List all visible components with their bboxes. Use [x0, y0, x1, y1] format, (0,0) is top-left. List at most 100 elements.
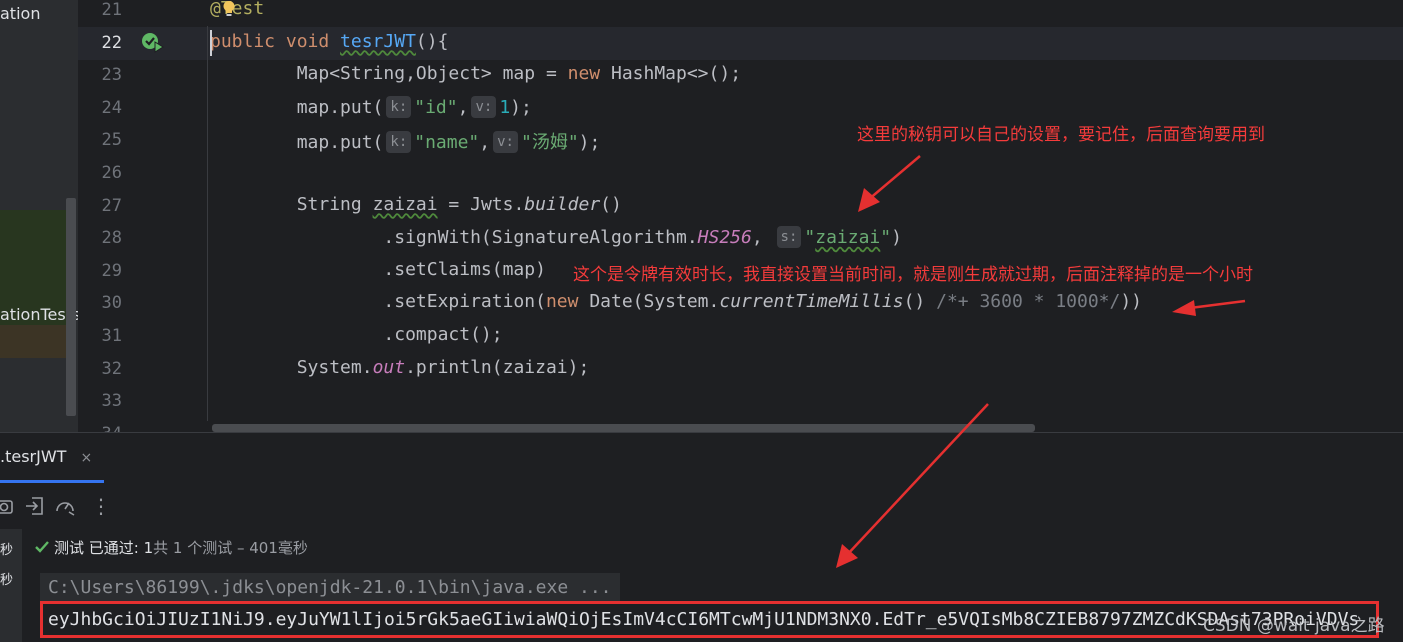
code-token: new	[567, 63, 611, 85]
code-line[interactable]: 26	[78, 157, 1403, 190]
line-number: 25	[101, 130, 122, 151]
code-token: .setExpiration(	[210, 291, 546, 313]
code-token: = Jwts.	[437, 193, 525, 215]
code-line[interactable]: 32 System.out.println(zaizai);	[78, 353, 1403, 386]
code-token: .signWith(SignatureAlgorithm.	[210, 227, 698, 249]
code-token: "	[804, 227, 816, 249]
code-token: ,	[751, 227, 774, 249]
code-token: .compact();	[210, 324, 503, 345]
status-summary: 共 1 个测试 – 401毫秒	[153, 539, 308, 557]
annotation-expiration: 这个是令牌有效时长，我直接设置当前时间，就是刚生成就过期，后面注释掉的是一个小时	[573, 265, 1253, 285]
code-token: System.	[210, 356, 373, 378]
code-text: public void tesrJWT(){	[210, 31, 448, 52]
line-number: 23	[101, 65, 122, 86]
code-token: out	[372, 356, 406, 378]
run-tool-window: .tesrJWT × ⋮ 秒 秒 测试 已通过: 1共 1 个测试 – 401毫秒…	[0, 432, 1403, 642]
line-number: 29	[101, 260, 122, 281]
code-token: );	[510, 96, 532, 118]
console-command-line: C:\Users\86199\.jdks\openjdk-21.0.1\bin\…	[40, 573, 620, 603]
lightbulb-icon[interactable]	[221, 0, 237, 18]
code-token: Map<String,Object> map =	[210, 63, 568, 85]
import-icon[interactable]	[24, 495, 46, 517]
code-token: 1	[499, 96, 511, 118]
tab-run-tesrjwt[interactable]: .tesrJWT ×	[0, 447, 92, 466]
code-token: currentTimeMillis	[719, 291, 904, 313]
code-token: "	[880, 227, 892, 249]
code-token: new	[545, 291, 590, 313]
code-token: tesrJWT	[340, 30, 416, 52]
tab-close-icon[interactable]: ×	[80, 450, 92, 466]
gauge-icon[interactable]	[54, 495, 76, 517]
code-text: Map<String,Object> map = new HashMap<>()…	[210, 63, 741, 84]
code-text: .setExpiration(new Date(System.currentTi…	[210, 291, 1142, 312]
indent-guide	[207, 26, 208, 421]
more-options-icon[interactable]: ⋮	[90, 495, 112, 517]
code-token: builder	[524, 193, 601, 215]
test-tree-panel[interactable]: 秒 秒	[0, 529, 22, 642]
code-text: String zaizai = Jwts.builder()	[210, 194, 622, 215]
code-token: .setClaims(map)	[210, 258, 546, 280]
line-number: 27	[101, 195, 122, 216]
code-token: ()	[903, 291, 937, 313]
code-text: .setClaims(map)	[210, 259, 546, 280]
annotation-secret-key: 这里的秘钥可以自己的设置，要记住，后面查询要用到	[857, 125, 1265, 145]
code-token: @Test	[210, 0, 265, 19]
code-line[interactable]: 23 Map<String,Object> map = new HashMap<…	[78, 59, 1403, 92]
code-line[interactable]: 22 public void tesrJWT(){	[78, 26, 1403, 60]
code-line[interactable]: 28 .signWith(SignatureAlgorithm.HS256, s…	[78, 222, 1403, 255]
code-token: Date(System.	[589, 291, 720, 313]
code-text: map.put(k: "name", v: "汤姆");	[210, 128, 600, 154]
jwt-highlight-box	[40, 601, 1379, 638]
check-icon	[35, 541, 49, 553]
code-token: /*+ 3600 * 1000*/	[936, 291, 1121, 313]
line-number: 21	[101, 0, 122, 20]
text-caret	[210, 30, 212, 56]
code-token: (){	[415, 30, 449, 52]
parameter-hint: v:	[471, 95, 497, 118]
line-number: 24	[101, 97, 122, 118]
code-token: zaizai	[815, 227, 881, 249]
code-token: "id"	[414, 96, 458, 118]
line-number: 28	[101, 228, 122, 249]
parameter-hint: v:	[493, 131, 518, 154]
code-line[interactable]: 27 String zaizai = Jwts.builder()	[78, 190, 1403, 223]
status-prefix: 测试 已通过:	[54, 539, 144, 557]
test-tree-duration: 秒	[0, 543, 14, 558]
code-token: ()	[600, 193, 622, 215]
code-token: zaizai	[372, 193, 438, 215]
sidebar-item-application[interactable]: ation	[0, 4, 40, 23]
code-line[interactable]: 31 .compact();	[78, 320, 1403, 353]
code-token: ,	[479, 132, 491, 154]
code-text: System.out.println(zaizai);	[210, 356, 590, 378]
line-number: 32	[101, 358, 122, 379]
code-line[interactable]: 33	[78, 385, 1403, 418]
code-line[interactable]: 30 .setExpiration(new Date(System.curren…	[78, 287, 1403, 320]
code-token: String	[210, 193, 373, 215]
code-token: "汤姆"	[520, 132, 579, 154]
code-text: map.put(k: "id", v: 1);	[210, 95, 532, 118]
code-token: ,	[457, 96, 469, 118]
active-tab-indicator	[0, 480, 104, 483]
code-editor[interactable]: 21 @Test 22 public void tesrJWT(){23 Map<St…	[78, 0, 1403, 432]
code-token: public void	[210, 30, 341, 52]
test-status: 测试 已通过: 1共 1 个测试 – 401毫秒	[34, 537, 308, 558]
status-count: 1	[143, 539, 154, 557]
parameter-hint: s:	[776, 226, 802, 249]
code-text: .signWith(SignatureAlgorithm.HS256, s: "z…	[210, 226, 902, 249]
test-tree-duration: 秒	[0, 573, 14, 588]
line-number: 33	[101, 391, 122, 412]
line-number: 26	[101, 163, 122, 183]
code-token: map.put(	[210, 132, 384, 154]
code-token: map.put(	[210, 96, 384, 118]
editor-horizontal-scrollbar[interactable]	[212, 424, 1035, 432]
parameter-hint: k:	[386, 95, 412, 118]
code-token: ))	[1120, 291, 1143, 313]
watermark: CSDN @wait java之路	[1203, 616, 1385, 636]
code-token: HashMap<>();	[610, 63, 742, 85]
sidebar-test-highlight	[0, 325, 66, 358]
line-number: 30	[101, 293, 122, 314]
camera-icon[interactable]	[0, 495, 16, 517]
run-test-passed-icon[interactable]	[140, 31, 164, 53]
sidebar-scrollbar[interactable]	[66, 198, 76, 416]
code-line[interactable]: 21 @Test	[78, 0, 1403, 27]
